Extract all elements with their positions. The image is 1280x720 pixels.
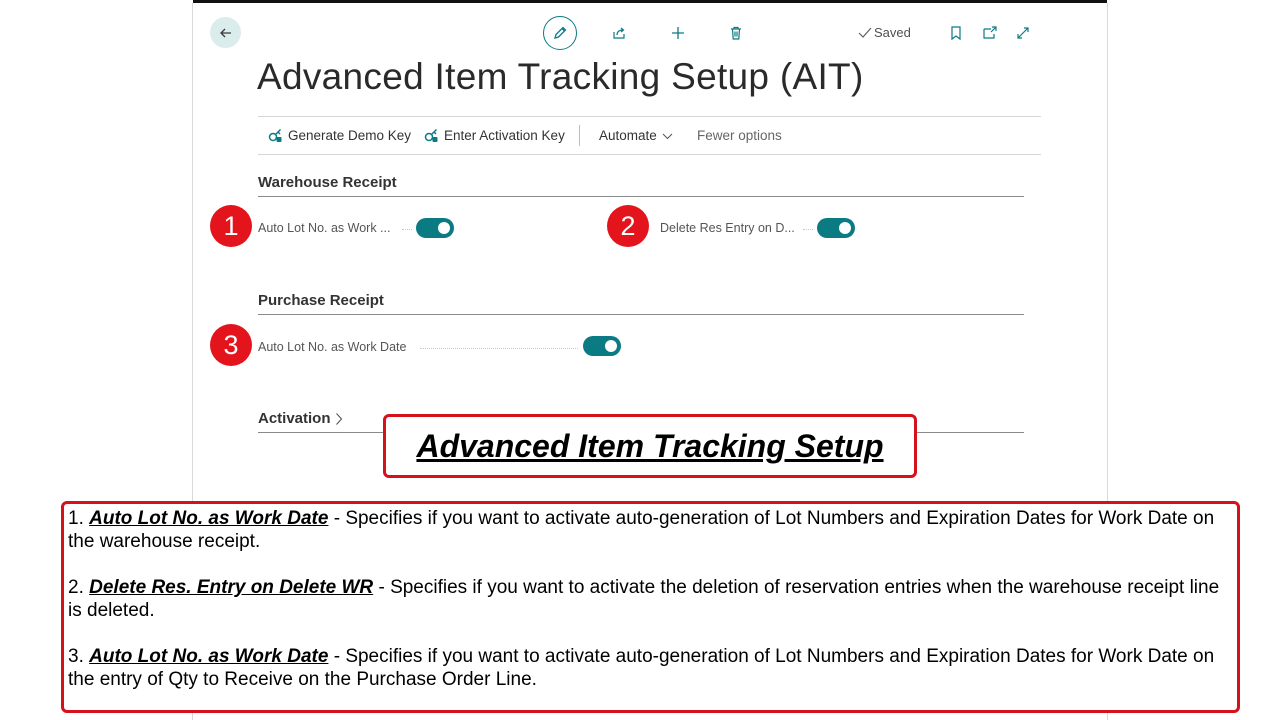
section-divider [258,314,1024,315]
annotation-description-box: 1. Auto Lot No. as Work Date - Specifies… [61,501,1240,713]
generate-demo-key-label: Generate Demo Key [288,128,412,143]
toggle-knob [438,222,450,234]
auto-lot-no-work-date-pr-toggle[interactable] [583,336,621,356]
share-icon [613,27,625,39]
open-new-window-button[interactable] [977,20,1003,46]
annotation-badge-1: 1 [210,205,252,247]
back-arrow-icon [219,28,231,37]
warehouse-receipt-section-title: Warehouse Receipt [258,174,397,191]
delete-res-entry-toggle[interactable] [817,218,855,238]
action-separator [579,125,580,146]
saved-status-label: Saved [874,25,911,40]
toggle-knob [605,340,617,352]
annotation-badge-2: 2 [607,205,649,247]
description-item-1: 1. Auto Lot No. as Work Date - Specifies… [68,508,1215,552]
page-title: Advanced Item Tracking Setup (AIT) [257,56,864,97]
activation-section-title: Activation [258,410,331,427]
description-number: 2. [68,577,84,598]
description-field-name: Delete Res. Entry on Delete WR [89,577,374,598]
open-new-window-icon [983,26,997,39]
toggle-knob [839,222,851,234]
key-icon [268,128,282,142]
annotation-callout: Advanced Item Tracking Setup [383,414,917,478]
checkmark-icon [858,27,872,38]
enter-activation-key-action[interactable]: Enter Activation Key [424,128,565,143]
expand-button[interactable] [1010,20,1036,46]
automate-label: Automate [599,128,657,143]
description-number: 1. [68,508,84,529]
generate-demo-key-action[interactable]: Generate Demo Key [268,128,411,143]
bookmark-button[interactable] [943,20,969,46]
action-bar: Generate Demo Key Enter Activation Key A… [258,116,1041,155]
description-field-name: Auto Lot No. as Work Date [89,646,329,667]
back-button[interactable] [210,17,241,48]
field-leader-dots [402,229,412,230]
field-leader-dots [803,229,813,230]
edit-button[interactable] [543,16,577,50]
section-divider [258,196,1024,197]
annotation-badge-3: 3 [210,324,252,366]
enter-activation-key-label: Enter Activation Key [444,128,565,143]
field-leader-dots [420,348,578,349]
fewer-options-action[interactable]: Fewer options [697,128,782,143]
description-field-name: Auto Lot No. as Work Date [89,508,329,529]
auto-lot-no-work-date-wr-toggle[interactable] [416,218,454,238]
chevron-right-icon [335,412,342,425]
description-number: 3. [68,646,84,667]
trash-icon [731,26,741,40]
description-item-3: 3. Auto Lot No. as Work Date - Specifies… [68,646,1215,690]
delete-res-entry-label: Delete Res Entry on D... [660,221,795,235]
saved-status: Saved [858,25,911,40]
expand-icon [1017,27,1029,39]
purchase-receipt-section-title: Purchase Receipt [258,292,384,309]
plus-icon [672,27,684,39]
new-button[interactable] [665,20,691,46]
auto-lot-no-work-date-pr-label: Auto Lot No. as Work Date [258,340,407,354]
chevron-down-icon [662,133,673,139]
annotation-callout-title: Advanced Item Tracking Setup [416,427,884,464]
share-button[interactable] [606,20,632,46]
fewer-options-label: Fewer options [697,128,782,143]
automate-menu[interactable]: Automate [599,128,673,143]
key-icon [424,128,438,142]
pencil-icon [554,26,567,39]
auto-lot-no-work-date-wr-label: Auto Lot No. as Work ... [258,221,391,235]
activation-section-header[interactable]: Activation [258,410,343,427]
bookmark-icon [951,26,961,41]
delete-button[interactable] [723,20,749,46]
description-item-2: 2. Delete Res. Entry on Delete WR - Spec… [68,577,1220,621]
